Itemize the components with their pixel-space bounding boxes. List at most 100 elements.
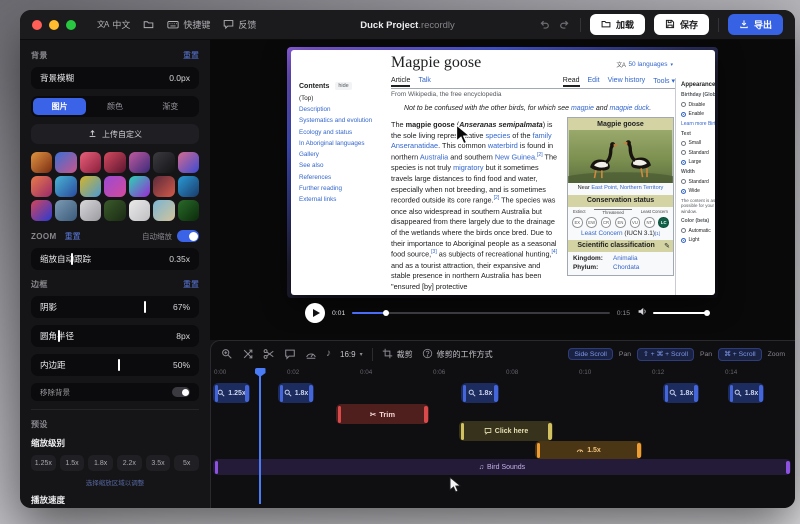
- wallpaper-thumb[interactable]: [80, 152, 101, 173]
- contents-link[interactable]: In Aboriginal languages: [299, 140, 385, 147]
- wiki-link[interactable]: magpie: [571, 105, 594, 112]
- appearance-link[interactable]: Learn more Birthday: [681, 121, 715, 127]
- trim-help-button[interactable]: 修剪的工作方式: [422, 348, 493, 361]
- wiki-link[interactable]: family: [533, 131, 552, 140]
- wiki-link[interactable]: magpie duck: [609, 105, 649, 112]
- wallpaper-thumb[interactable]: [80, 176, 101, 197]
- taxonomy-value-link[interactable]: Chordata: [613, 264, 668, 271]
- wiki-link[interactable]: migratory: [453, 163, 483, 172]
- appearance-radio-option[interactable]: Automatic: [681, 228, 715, 234]
- wallpaper-thumb[interactable]: [178, 200, 199, 221]
- wallpaper-thumb[interactable]: [129, 176, 150, 197]
- wallpaper-thumb[interactable]: [153, 152, 174, 173]
- wiki-tab-view-history[interactable]: View history: [608, 77, 646, 85]
- save-button[interactable]: 保存: [654, 14, 709, 35]
- background-tab-2[interactable]: 渐变: [144, 98, 197, 115]
- wallpaper-thumb[interactable]: [178, 152, 199, 173]
- contents-link[interactable]: Further reading: [299, 185, 385, 192]
- wiki-link[interactable]: species: [486, 131, 511, 140]
- language-menu[interactable]: 文A 中文: [97, 18, 130, 31]
- background-reset-button[interactable]: 重置: [183, 50, 199, 61]
- aspect-ratio-select[interactable]: 16:9▾: [340, 350, 363, 359]
- volume-slider[interactable]: [653, 312, 709, 315]
- zoom-level-option[interactable]: 5x: [174, 455, 199, 471]
- contents-link[interactable]: External links: [299, 196, 385, 203]
- redo-button[interactable]: [559, 19, 571, 31]
- shortcuts-button[interactable]: 快捷键: [167, 18, 210, 31]
- wallpaper-thumb[interactable]: [178, 176, 199, 197]
- status-link[interactable]: Least Concern: [581, 230, 623, 237]
- contents-link[interactable]: Description: [299, 106, 385, 113]
- zoom-clip[interactable]: 1.8x: [278, 383, 314, 403]
- slider-阴影[interactable]: 阴影67%: [31, 296, 199, 318]
- zoom-level-option[interactable]: 1.5x: [60, 455, 85, 471]
- zoom-level-option[interactable]: 1.8x: [88, 455, 113, 471]
- remove-background-toggle[interactable]: [172, 387, 190, 397]
- zoom-level-option[interactable]: 2.2x: [117, 455, 142, 471]
- audio-track-clip[interactable]: ♫ Bird Sounds: [213, 459, 791, 475]
- slider-thumb[interactable]: [58, 330, 60, 342]
- contents-link[interactable]: See also: [299, 162, 385, 169]
- zoom-clip[interactable]: 1.8x: [728, 383, 764, 403]
- appearance-radio-option[interactable]: Standard: [681, 150, 715, 156]
- zoom-tool-icon[interactable]: [221, 348, 233, 360]
- slider-圆角半径[interactable]: 圆角半径8px: [31, 325, 199, 347]
- wiki-tab-talk[interactable]: Talk: [418, 77, 430, 85]
- wallpaper-thumb[interactable]: [31, 152, 52, 173]
- project-folder-button[interactable]: [143, 19, 154, 30]
- export-button[interactable]: 导出: [728, 14, 783, 35]
- zoom-level-option[interactable]: 1.25x: [31, 455, 56, 471]
- wiki-languages-button[interactable]: 文A 50 languages▾: [616, 60, 673, 69]
- appearance-radio-option[interactable]: Disable: [681, 102, 715, 108]
- upload-background-button[interactable]: 上传自定义: [31, 124, 199, 144]
- wallpaper-thumb[interactable]: [31, 176, 52, 197]
- slider-thumb[interactable]: [71, 253, 73, 265]
- speed-tool-icon[interactable]: [242, 348, 254, 360]
- wiki-citation[interactable]: [2]: [537, 152, 543, 158]
- zoom-follow-slider[interactable]: 缩放自动跟踪 0.35x: [31, 248, 199, 270]
- zoom-clip[interactable]: 1.8x: [461, 383, 499, 403]
- appearance-radio-option[interactable]: Enable: [681, 111, 715, 117]
- maximize-window-button[interactable]: [66, 20, 76, 30]
- play-button[interactable]: [305, 303, 325, 323]
- seek-handle[interactable]: [383, 310, 389, 316]
- border-reset-button[interactable]: 重置: [183, 279, 199, 290]
- contents-link[interactable]: Systematics and evolution: [299, 117, 385, 124]
- taxonomy-value-link[interactable]: Animalia: [613, 255, 668, 262]
- zoom-level-option[interactable]: 3.5x: [146, 455, 171, 471]
- auto-zoom-toggle[interactable]: [177, 230, 199, 242]
- appearance-radio-option[interactable]: Large: [681, 159, 715, 165]
- slider-thumb[interactable]: [144, 301, 146, 313]
- speed-clip[interactable]: 1.5x: [535, 441, 642, 459]
- slider-内边距[interactable]: 内边距50%: [31, 354, 199, 376]
- trim-clip[interactable]: ✂ Trim: [336, 404, 429, 424]
- edit-pencil-icon[interactable]: ✎: [664, 242, 670, 250]
- wallpaper-thumb[interactable]: [129, 200, 150, 221]
- slider-thumb[interactable]: [118, 359, 120, 371]
- comment-tool-icon[interactable]: [284, 348, 296, 360]
- wallpaper-thumb[interactable]: [153, 176, 174, 197]
- wallpaper-thumb[interactable]: [31, 200, 52, 221]
- wallpaper-thumb[interactable]: [80, 200, 101, 221]
- wallpaper-thumb[interactable]: [55, 200, 76, 221]
- load-button[interactable]: 加载: [590, 14, 645, 35]
- volume-handle[interactable]: [704, 310, 710, 316]
- appearance-radio-option[interactable]: Light: [681, 237, 715, 243]
- wiki-link[interactable]: New Guinea: [495, 153, 535, 162]
- wallpaper-thumb[interactable]: [55, 152, 76, 173]
- wallpaper-thumb[interactable]: [104, 200, 125, 221]
- undo-button[interactable]: [538, 19, 550, 31]
- caption-link[interactable]: East Point, Northern Territory: [591, 185, 663, 191]
- wiki-tab-read[interactable]: Read: [563, 77, 580, 85]
- background-tab-0[interactable]: 图片: [33, 98, 86, 115]
- wiki-citation[interactable]: [2]: [494, 195, 500, 201]
- wiki-link[interactable]: Australia: [420, 153, 448, 162]
- timeline-ruler[interactable]: 0:000:020:040:060:080:100:120:14: [211, 368, 795, 380]
- music-tool-icon[interactable]: ♪: [326, 349, 331, 359]
- feedback-button[interactable]: 反馈: [223, 18, 256, 31]
- appearance-radio-option[interactable]: Small: [681, 140, 715, 146]
- wiki-tab-tools[interactable]: Tools ▾: [653, 77, 675, 85]
- close-window-button[interactable]: [32, 20, 42, 30]
- wiki-link[interactable]: waterbird: [488, 141, 518, 150]
- wallpaper-thumb[interactable]: [153, 200, 174, 221]
